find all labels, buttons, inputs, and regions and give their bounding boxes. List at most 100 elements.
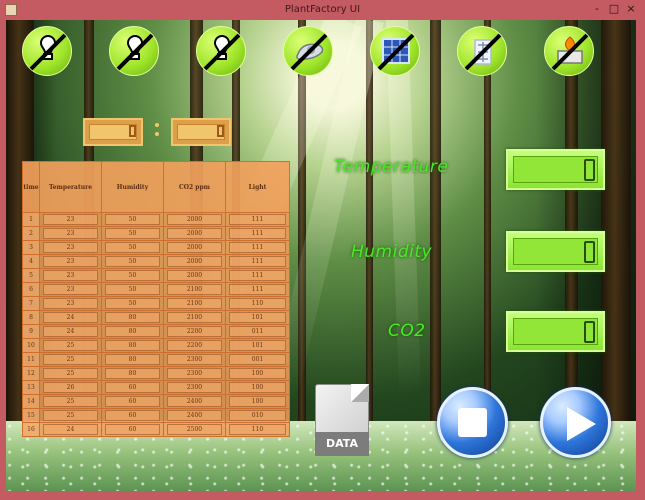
table-cell-light[interactable]: 100 (225, 380, 290, 395)
table-cell-co2[interactable]: 2300 (163, 352, 226, 367)
table-cell-temperature[interactable]: 23 (39, 240, 102, 255)
table-row: 12 25 80 2300 100 (22, 366, 290, 381)
table-cell-temperature[interactable]: 25 (39, 408, 102, 423)
co2-label: CO2 (388, 321, 426, 341)
table-cell-co2[interactable]: 2100 (163, 310, 226, 325)
table-cell-light[interactable]: 111 (225, 254, 290, 269)
table-cell-humidity[interactable]: 80 (101, 338, 164, 353)
table-cell-humidity[interactable]: 60 (101, 394, 164, 409)
table-cell-humidity[interactable]: 50 (101, 212, 164, 227)
close-button[interactable]: × (624, 3, 638, 15)
table-cell-index: 5 (22, 268, 40, 283)
light-bulb-3-button[interactable] (196, 26, 246, 76)
table-cell-index: 7 (22, 296, 40, 311)
table-cell-co2[interactable]: 2000 (163, 212, 226, 227)
table-cell-light[interactable]: 101 (225, 338, 290, 353)
table-cell-humidity[interactable]: 60 (101, 422, 164, 437)
table-row: 5 23 50 2000 111 (22, 268, 290, 283)
table-cell-humidity[interactable]: 80 (101, 324, 164, 339)
bulb-icon (116, 33, 154, 71)
table-cell-co2[interactable]: 2400 (163, 408, 226, 423)
table-cell-co2[interactable]: 2500 (163, 422, 226, 437)
table-cell-index: 2 (22, 226, 40, 241)
play-button[interactable] (540, 387, 611, 458)
table-cell-co2[interactable]: 2300 (163, 380, 226, 395)
table-cell-index: 11 (22, 352, 40, 367)
table-cell-humidity[interactable]: 60 (101, 380, 164, 395)
solar-panel-icon (377, 33, 415, 71)
table-cell-light[interactable]: 001 (225, 352, 290, 367)
table-cell-co2[interactable]: 2300 (163, 366, 226, 381)
setpoint-input-2[interactable] (171, 118, 231, 146)
table-cell-light[interactable]: 110 (225, 296, 290, 311)
table-cell-temperature[interactable]: 23 (39, 268, 102, 283)
page-corner-icon (351, 384, 369, 402)
table-row: 7 23 50 2100 110 (22, 296, 290, 311)
table-cell-light[interactable]: 111 (225, 226, 290, 241)
table-cell-temperature[interactable]: 24 (39, 422, 102, 437)
table-cell-light[interactable]: 100 (225, 366, 290, 381)
table-cell-temperature[interactable]: 26 (39, 380, 102, 395)
table-cell-co2[interactable]: 2200 (163, 338, 226, 353)
table-cell-humidity[interactable]: 80 (101, 352, 164, 367)
maximize-button[interactable]: □ (607, 3, 621, 15)
table-cell-co2[interactable]: 2000 (163, 240, 226, 255)
table-cell-index: 6 (22, 282, 40, 297)
cooling-button[interactable] (457, 26, 507, 76)
table-cell-temperature[interactable]: 23 (39, 212, 102, 227)
minimize-button[interactable]: - (590, 3, 604, 15)
table-cell-light[interactable]: 101 (225, 310, 290, 325)
fan-button[interactable] (283, 26, 333, 76)
table-cell-index: 15 (22, 408, 40, 423)
table-cell-light[interactable]: 110 (225, 422, 290, 437)
table-header-cell: Humidity (101, 161, 164, 213)
table-cell-light[interactable]: 111 (225, 268, 290, 283)
table-cell-temperature[interactable]: 25 (39, 338, 102, 353)
table-cell-humidity[interactable]: 50 (101, 226, 164, 241)
table-cell-index: 16 (22, 422, 40, 437)
table-cell-co2[interactable]: 2100 (163, 282, 226, 297)
table-cell-co2[interactable]: 2400 (163, 394, 226, 409)
table-cell-temperature[interactable]: 23 (39, 296, 102, 311)
table-cell-temperature[interactable]: 23 (39, 226, 102, 241)
table-cell-temperature[interactable]: 24 (39, 310, 102, 325)
table-cell-humidity[interactable]: 50 (101, 282, 164, 297)
table-cell-co2[interactable]: 2200 (163, 324, 226, 339)
table-cell-light[interactable]: 111 (225, 240, 290, 255)
light-bulb-2-button[interactable] (109, 26, 159, 76)
table-cell-temperature[interactable]: 23 (39, 254, 102, 269)
light-bulb-1-button[interactable] (22, 26, 72, 76)
table-cell-co2[interactable]: 2100 (163, 296, 226, 311)
table-cell-humidity[interactable]: 50 (101, 296, 164, 311)
humidity-label: Humidity (351, 242, 433, 262)
table-cell-co2[interactable]: 2000 (163, 268, 226, 283)
heater-button[interactable] (544, 26, 594, 76)
humidity-display (506, 231, 605, 272)
table-cell-co2[interactable]: 2000 (163, 254, 226, 269)
separator-dot (155, 132, 159, 136)
table-cell-humidity[interactable]: 80 (101, 366, 164, 381)
bulb-icon (29, 33, 67, 71)
table-cell-humidity[interactable]: 60 (101, 408, 164, 423)
table-cell-temperature[interactable]: 24 (39, 324, 102, 339)
table-cell-light[interactable]: 100 (225, 394, 290, 409)
table-cell-temperature[interactable]: 25 (39, 352, 102, 367)
solar-panel-button[interactable] (370, 26, 420, 76)
table-header-cell: time (22, 161, 40, 213)
setpoint-input-1[interactable] (83, 118, 143, 146)
table-cell-temperature[interactable]: 25 (39, 366, 102, 381)
table-cell-humidity[interactable]: 50 (101, 254, 164, 269)
table-cell-humidity[interactable]: 50 (101, 240, 164, 255)
table-cell-light[interactable]: 010 (225, 408, 290, 423)
data-file-button[interactable]: DATA (315, 384, 369, 456)
table-cell-light[interactable]: 011 (225, 324, 290, 339)
table-cell-humidity[interactable]: 80 (101, 310, 164, 325)
table-cell-light[interactable]: 111 (225, 282, 290, 297)
table-cell-temperature[interactable]: 25 (39, 394, 102, 409)
table-cell-humidity[interactable]: 50 (101, 268, 164, 283)
table-cell-light[interactable]: 111 (225, 212, 290, 227)
table-cell-co2[interactable]: 2000 (163, 226, 226, 241)
stop-button[interactable] (437, 387, 508, 458)
table-cell-temperature[interactable]: 23 (39, 282, 102, 297)
table-cell-index: 14 (22, 394, 40, 409)
